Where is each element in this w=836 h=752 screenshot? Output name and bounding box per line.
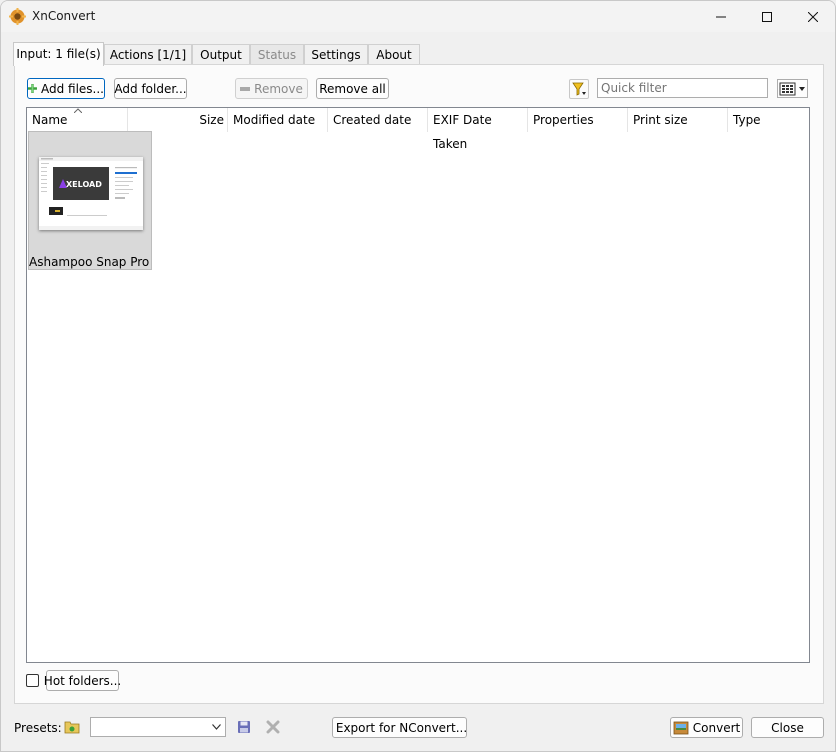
column-header-type[interactable]: Type [728,108,809,132]
maximize-icon [762,11,772,22]
xnconvert-app-icon [9,8,26,25]
save-disk-icon [238,721,250,733]
chevron-down-icon [798,86,805,91]
export-label: Export for NConvert... [335,720,468,735]
remove-all-button[interactable]: Remove all [316,78,389,99]
sort-ascending-icon [74,108,82,113]
minimize-icon [716,16,726,17]
chevron-down-icon [212,724,221,730]
file-name-label: Ashampoo Snap Pro S... [29,255,151,269]
column-header-print-size[interactable]: Print size [628,108,728,132]
remove-button[interactable]: Remove [235,78,308,99]
main-window: XnConvert Input: 1 file(s) Actions [1/1]… [0,0,836,752]
convert-button[interactable]: Convert [670,717,743,738]
tab-status: Status [250,44,304,64]
tab-settings[interactable]: Settings [304,44,368,64]
close-icon [808,11,818,22]
presets-label: Presets: [14,721,62,735]
tab-about[interactable]: About [368,44,420,64]
plus-icon [28,84,37,93]
add-folder-button[interactable]: Add folder... [114,78,187,99]
presets-dropdown[interactable] [90,717,226,737]
minimize-button[interactable] [698,1,744,32]
view-mode-button[interactable] [777,79,808,98]
file-thumbnail-image: XELOAD [39,157,143,230]
file-thumbnail-item[interactable]: XELOAD Ashampoo Snap Pro S... [28,131,152,270]
folder-open-icon [64,721,80,734]
hot-folders-label: Hot folders... [43,673,122,688]
open-preset-button[interactable] [63,718,81,736]
tab-actions[interactable]: Actions [1/1] [104,44,192,64]
remove-label: Remove [254,81,303,96]
column-header-exif-date[interactable]: EXIF Date Taken [428,108,528,151]
column-header-size[interactable]: Size [128,108,228,132]
remove-all-label: Remove all [319,81,386,96]
column-header-modified-date[interactable]: Modified date [228,108,328,132]
hot-folders-button[interactable]: Hot folders... [43,670,122,691]
thumbnail-logo-text: XELOAD [66,180,102,189]
column-header-created-date[interactable]: Created date [328,108,428,132]
title-bar: XnConvert [1,1,835,32]
window-title: XnConvert [32,9,96,23]
grid-view-icon [779,82,805,95]
delete-preset-button[interactable] [264,718,282,736]
close-label: Close [771,720,804,735]
convert-label: Convert [692,720,741,735]
delete-x-icon [266,720,280,734]
filter-button[interactable] [569,79,589,99]
export-nconvert-button[interactable]: Export for NConvert... [332,717,467,738]
convert-icon [673,721,689,734]
close-window-button[interactable] [790,1,835,32]
tab-output[interactable]: Output [192,44,250,64]
screenshot-preview: XELOAD [39,157,143,230]
minus-icon [240,86,251,91]
quick-filter-input[interactable] [597,78,768,98]
add-files-label: Add files... [40,81,104,96]
column-header-properties[interactable]: Properties [528,108,628,132]
add-files-button[interactable]: Add files... [27,78,105,99]
tab-input[interactable]: Input: 1 file(s) [13,42,104,66]
file-list[interactable]: Name Size Modified date Created date EXI… [26,107,810,663]
maximize-button[interactable] [744,1,790,32]
filter-funnel-icon [572,82,586,96]
add-folder-label: Add folder... [114,81,187,96]
save-preset-button[interactable] [235,718,253,736]
close-button[interactable]: Close [751,717,824,738]
hot-folders-checkbox[interactable] [26,674,39,687]
